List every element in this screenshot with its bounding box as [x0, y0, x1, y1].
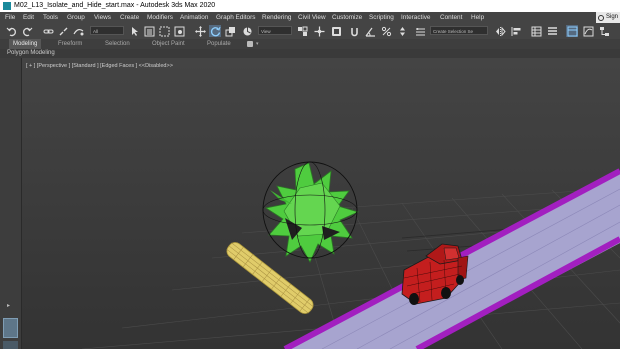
polygon-modeling-panel-label[interactable]: Polygon Modeling	[7, 49, 55, 58]
angle-snap-icon[interactable]	[364, 25, 376, 37]
menu-edit[interactable]: Edit	[23, 12, 34, 23]
schematic-view-icon[interactable]	[598, 25, 610, 37]
user-icon	[598, 15, 604, 21]
pivot-center-icon[interactable]	[296, 25, 308, 37]
selection-filter-dropdown[interactable]: All	[90, 26, 124, 35]
ribbon-tabs: Modeling Freeform Selection Object Paint…	[0, 39, 620, 49]
menu-tools[interactable]: Tools	[43, 12, 58, 23]
ribbon-options-icon[interactable]	[247, 41, 253, 47]
menu-animation[interactable]: Animation	[180, 12, 208, 23]
expand-arrow-icon[interactable]: ▸	[7, 302, 10, 309]
unlink-selection-icon[interactable]	[57, 25, 69, 37]
menu-graph-editors[interactable]: Graph Editors	[216, 12, 255, 23]
toggle-scene-explorer-icon[interactable]	[530, 25, 542, 37]
place-icon[interactable]	[241, 25, 253, 37]
tab-selection[interactable]: Selection	[105, 39, 130, 49]
spinner-snap-icon[interactable]	[396, 25, 408, 37]
window-title: M02_L13_Isolate_and_Hide_start.max - Aut…	[14, 2, 216, 9]
select-and-manipulate-icon[interactable]	[313, 25, 325, 37]
viewport-label[interactable]: [ + ] [Perspective ] [Standard ] [Edged …	[26, 63, 173, 69]
toggle-ribbon-icon[interactable]	[566, 25, 578, 37]
viewport-layout-tab[interactable]	[3, 318, 18, 338]
redo-icon[interactable]	[21, 25, 33, 37]
reference-coordinate-dropdown[interactable]: View	[258, 26, 292, 35]
percent-snap-icon[interactable]	[380, 25, 392, 37]
ribbon-panel: Polygon Modeling	[0, 49, 620, 58]
named-selection-set-dropdown[interactable]: Create Selection Se	[430, 26, 488, 35]
select-object-icon[interactable]	[128, 25, 140, 37]
menu-bar: File Edit Tools Group Views Create Modif…	[0, 12, 620, 23]
menu-group[interactable]: Group	[67, 12, 85, 23]
scene-canvas	[22, 58, 620, 349]
select-and-link-icon[interactable]	[42, 25, 54, 37]
snaps-toggle-icon[interactable]	[348, 25, 360, 37]
tab-populate[interactable]: Populate	[207, 39, 231, 49]
menu-create[interactable]: Create	[120, 12, 139, 23]
menu-modifiers[interactable]: Modifiers	[147, 12, 173, 23]
menu-civil-view[interactable]: Civil View	[298, 12, 326, 23]
menu-help[interactable]: Help	[471, 12, 484, 23]
mirror-icon[interactable]	[494, 25, 506, 37]
edit-named-selection-sets-icon[interactable]	[414, 25, 426, 37]
viewport-layout-tab-secondary[interactable]	[3, 341, 18, 349]
ribbon-dropdown-chevron-icon[interactable]: ▾	[256, 39, 259, 49]
rectangular-selection-region-icon[interactable]	[158, 25, 170, 37]
toggle-layer-explorer-icon[interactable]	[546, 25, 558, 37]
window-crossing-icon[interactable]	[173, 25, 185, 37]
perspective-viewport[interactable]: [ + ] [Perspective ] [Standard ] [Edged …	[22, 58, 620, 349]
menu-file[interactable]: File	[5, 12, 15, 23]
bind-to-space-warp-icon[interactable]	[72, 25, 84, 37]
tab-modeling[interactable]: Modeling	[9, 39, 42, 49]
sign-in-button[interactable]: Sign	[596, 12, 620, 23]
undo-icon[interactable]	[5, 25, 17, 37]
main-toolbar: All View Create Selection Se	[0, 23, 620, 39]
menu-interactive[interactable]: Interactive	[401, 12, 430, 23]
menu-customize[interactable]: Customize	[332, 12, 362, 23]
keyboard-shortcut-override-icon[interactable]	[330, 25, 342, 37]
menu-scripting[interactable]: Scripting	[369, 12, 394, 23]
title-bar: M02_L13_Isolate_and_Hide_start.max - Aut…	[0, 0, 620, 12]
left-viewport-strip: ▸	[0, 58, 22, 349]
app-icon	[3, 2, 11, 10]
menu-views[interactable]: Views	[94, 12, 111, 23]
menu-content[interactable]: Content	[440, 12, 462, 23]
curve-editor-icon[interactable]	[582, 25, 594, 37]
rotate-icon[interactable]	[209, 25, 221, 37]
tab-freeform[interactable]: Freeform	[58, 39, 82, 49]
select-by-name-icon[interactable]	[143, 25, 155, 37]
move-icon[interactable]	[194, 25, 206, 37]
tab-object-paint[interactable]: Object Paint	[152, 39, 185, 49]
align-icon[interactable]	[510, 25, 522, 37]
scale-icon[interactable]	[224, 25, 236, 37]
menu-rendering[interactable]: Rendering	[262, 12, 292, 23]
